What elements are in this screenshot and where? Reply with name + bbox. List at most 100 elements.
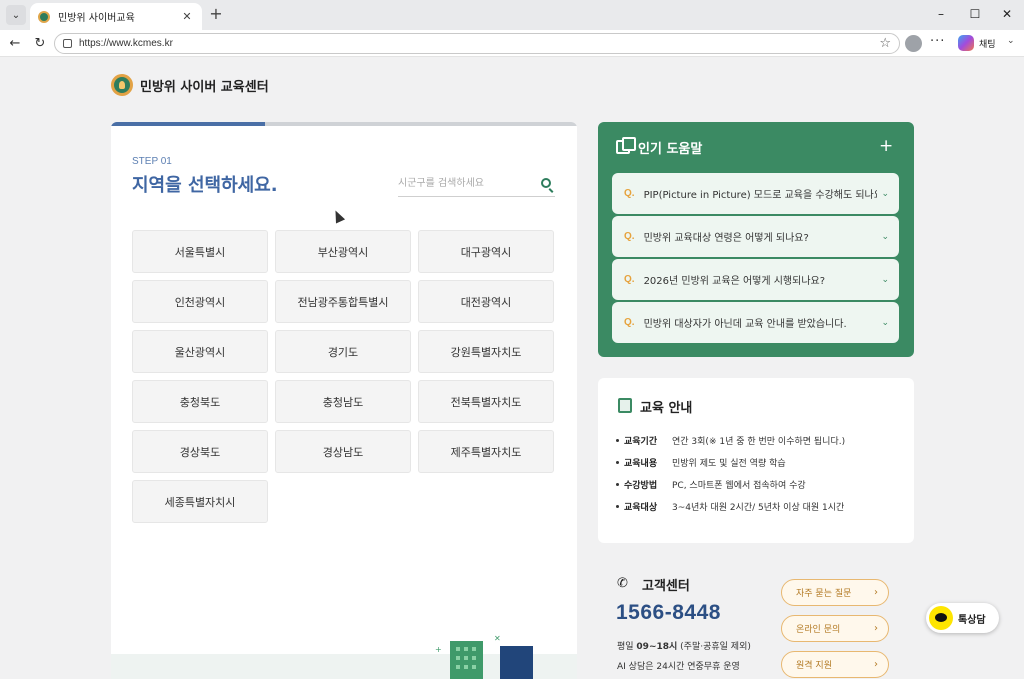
faq-link-label: 자주 묻는 질문: [796, 589, 852, 599]
region-button[interactable]: 세종특별자치시: [132, 480, 268, 523]
hours-time: 09~18시: [636, 642, 678, 652]
district-search: [398, 169, 555, 197]
bullet-icon: [616, 505, 619, 508]
site-logo[interactable]: 민방위 사이버 교육센터: [111, 74, 269, 96]
close-tab-icon[interactable]: ✕: [180, 10, 194, 23]
faq-item[interactable]: Q. PIP(Picture in Picture) 모드로 교육을 수강해도 되…: [612, 173, 899, 214]
browser-tabbar: ⌄ 민방위 사이버교육 ✕ + – ☐ ✕: [0, 0, 1024, 30]
back-arrow-icon: ←: [9, 36, 21, 51]
faq-question: 민방위 대상자가 아닌데 교육 안내를 받았습니다.: [643, 319, 847, 330]
sparkle-icon: +: [435, 645, 442, 654]
education-info-card: 교육 안내 교육기간 연간 3회(※ 1년 중 한 번만 이수하면 됩니다.) 교육…: [598, 378, 914, 543]
faq-item[interactable]: Q. 민방위 대상자가 아닌데 교육 안내를 받았습니다. ⌄: [612, 302, 899, 343]
logo-text: 민방위 사이버 교육센터: [140, 79, 269, 95]
region-button[interactable]: 서울특별시: [132, 230, 268, 273]
site-info-icon[interactable]: [63, 39, 72, 48]
region-button[interactable]: 인천광역시: [132, 280, 268, 323]
more-menu-button[interactable]: ···: [930, 34, 945, 49]
tab-list-button[interactable]: ⌄: [6, 5, 26, 25]
region-button[interactable]: 경상북도: [132, 430, 268, 473]
refresh-button[interactable]: ↻: [30, 34, 50, 54]
education-info-row: 교육대상 3~4년차 대원 2시간/ 5년차 이상 대원 1시간: [616, 500, 844, 513]
minimize-button[interactable]: –: [926, 4, 956, 24]
refresh-icon: ↻: [34, 36, 46, 51]
customer-center-hours: 평일 09~18시 (주말·공휴일 제외): [617, 639, 751, 652]
chevron-down-icon: ⌄: [11, 9, 21, 21]
building-illustration: [450, 641, 483, 679]
remote-support-label: 원격 지원: [796, 661, 832, 671]
faq-link-button[interactable]: 자주 묻는 질문 ›: [781, 579, 889, 606]
kakao-talk-icon: [929, 606, 953, 630]
new-tab-button[interactable]: +: [206, 5, 226, 25]
region-button[interactable]: 강원특별자치도: [418, 330, 554, 373]
online-inquiry-label: 온라인 문의: [796, 625, 841, 635]
logo-emblem-icon: [111, 74, 133, 96]
more-plus-icon[interactable]: +: [879, 136, 893, 156]
chevron-down-icon: ⌄: [881, 274, 889, 285]
faq-q-marker: Q.: [624, 231, 635, 242]
chat-label[interactable]: 채팅: [979, 37, 996, 50]
talk-chat-button[interactable]: 톡상담: [926, 603, 999, 633]
region-button[interactable]: 경상남도: [275, 430, 411, 473]
region-button[interactable]: 충청남도: [275, 380, 411, 423]
region-button[interactable]: 전남광주통합특별시: [275, 280, 411, 323]
favorite-star-icon[interactable]: ☆: [879, 36, 891, 51]
chevron-down-icon: ⌄: [881, 188, 889, 199]
url-text: https://www.kcmes.kr: [79, 38, 173, 49]
chevron-right-icon: ›: [874, 623, 878, 634]
faq-q-marker: Q.: [624, 274, 635, 285]
back-button[interactable]: ←: [5, 34, 25, 54]
customer-center-phone[interactable]: 1566-8448: [616, 601, 721, 625]
address-bar[interactable]: https://www.kcmes.kr ☆: [54, 33, 900, 54]
step-title: 지역을 선택하세요.: [132, 175, 278, 196]
region-button[interactable]: 경기도: [275, 330, 411, 373]
education-info-key: 교육대상: [624, 503, 658, 513]
chevron-down-icon: ⌄: [881, 231, 889, 242]
faq-question: 민방위 교육대상 연령은 어떻게 되나요?: [643, 233, 809, 244]
browser-toolbar: ← ↻ https://www.kcmes.kr ☆ ··· 채팅 ⌄: [0, 30, 1024, 57]
page-viewport: 민방위 사이버 교육센터 STEP 01 지역을 선택하세요. 서울특별시부산광…: [0, 57, 1024, 679]
region-button[interactable]: 충청북도: [132, 380, 268, 423]
education-info-key: 수강방법: [624, 481, 658, 491]
region-button[interactable]: 대구광역시: [418, 230, 554, 273]
faq-q-marker: Q.: [624, 317, 635, 328]
education-info-value: PC, 스마트폰 웹에서 접속하여 수강: [672, 481, 806, 491]
copilot-icon[interactable]: [958, 35, 974, 51]
chevron-down-icon[interactable]: ⌄: [1007, 36, 1015, 46]
building-illustration: [500, 646, 533, 679]
region-button[interactable]: 제주특별자치도: [418, 430, 554, 473]
maximize-button[interactable]: ☐: [960, 4, 990, 24]
faq-item[interactable]: Q. 2026년 민방위 교육은 어떻게 시행되나요? ⌄: [612, 259, 899, 300]
talk-chat-label: 톡상담: [958, 614, 986, 626]
region-button[interactable]: 전북특별자치도: [418, 380, 554, 423]
hours-prefix: 평일: [617, 642, 637, 652]
step-progress-fill: [111, 122, 265, 126]
popular-help-title: 인기 도움말: [638, 142, 703, 157]
region-button[interactable]: 대전광역시: [418, 280, 554, 323]
district-search-input[interactable]: [398, 174, 528, 192]
education-info-title: 교육 안내: [640, 401, 693, 416]
chevron-right-icon: ›: [874, 587, 878, 598]
remote-support-button[interactable]: 원격 지원 ›: [781, 651, 889, 678]
step-progress-bar: [111, 122, 577, 126]
education-info-value: 민방위 제도 및 실전 역량 학습: [672, 459, 786, 469]
region-button[interactable]: 울산광역시: [132, 330, 268, 373]
faq-question: 2026년 민방위 교육은 어떻게 시행되나요?: [643, 276, 826, 287]
browser-tab[interactable]: 민방위 사이버교육 ✕: [30, 3, 202, 30]
phone-icon: ✆: [617, 576, 628, 591]
window-close-button[interactable]: ✕: [992, 4, 1022, 24]
search-icon[interactable]: [541, 178, 551, 188]
education-info-row: 수강방법 PC, 스마트폰 웹에서 접속하여 수강: [616, 478, 806, 491]
sparkle-icon: ✕: [494, 634, 501, 643]
popular-help-card: 인기 도움말 + Q. PIP(Picture in Picture) 모드로 교…: [598, 122, 914, 357]
faq-item[interactable]: Q. 민방위 교육대상 연령은 어떻게 되나요? ⌄: [612, 216, 899, 257]
chevron-right-icon: ›: [874, 659, 878, 670]
hours-suffix: (주말·공휴일 제외): [677, 642, 751, 652]
education-info-key: 교육기간: [624, 437, 658, 447]
profile-avatar[interactable]: [905, 35, 922, 52]
education-info-row: 교육내용 민방위 제도 및 실전 역량 학습: [616, 456, 786, 469]
bullet-icon: [616, 461, 619, 464]
region-button[interactable]: 부산광역시: [275, 230, 411, 273]
online-inquiry-button[interactable]: 온라인 문의 ›: [781, 615, 889, 642]
step-label: STEP 01: [132, 156, 172, 167]
